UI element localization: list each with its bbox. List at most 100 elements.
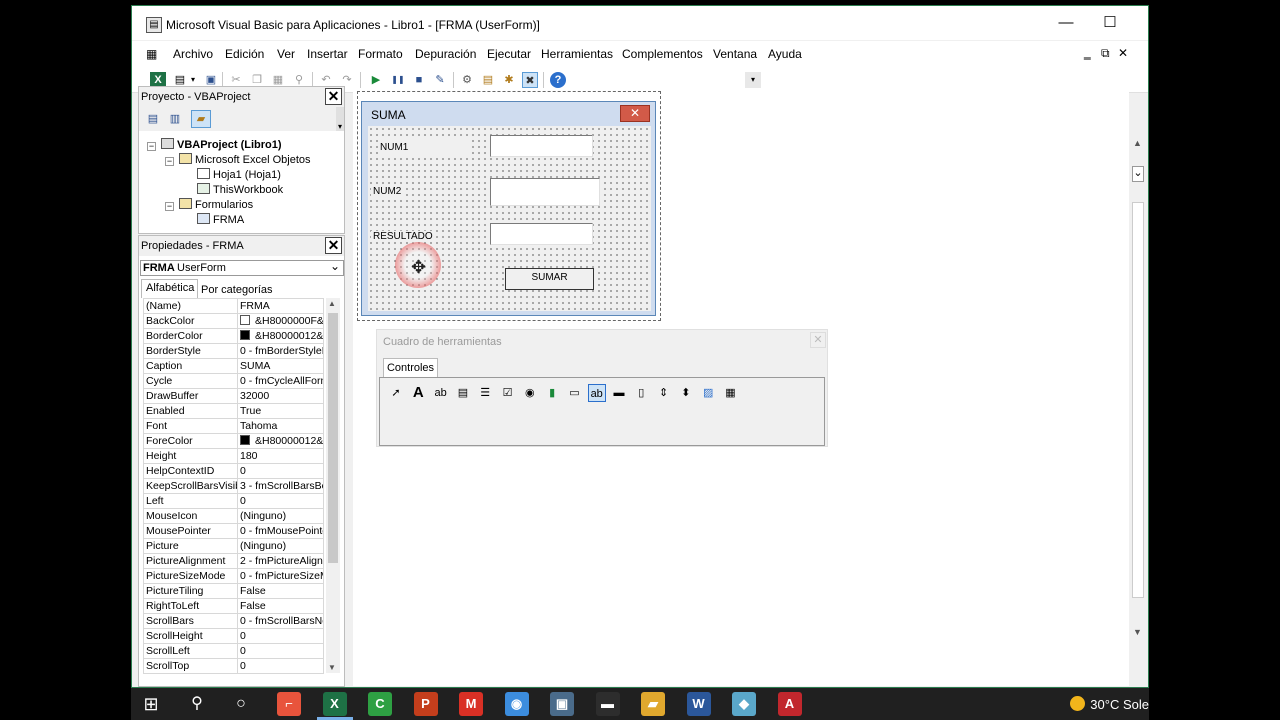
- property-row[interactable]: Font Tahoma: [143, 418, 324, 434]
- maximize-button[interactable]: ☐: [1088, 6, 1132, 40]
- property-row[interactable]: Left 0: [143, 493, 324, 509]
- property-value[interactable]: FRMA: [237, 298, 324, 314]
- menu-ver[interactable]: Ver: [277, 47, 295, 61]
- image-icon[interactable]: ▨: [699, 384, 717, 402]
- toolbox-close-button[interactable]: ✕: [810, 332, 826, 348]
- property-value[interactable]: 32000: [237, 388, 324, 404]
- property-value[interactable]: True: [237, 403, 324, 419]
- object-browser-icon[interactable]: ✱: [501, 72, 517, 88]
- scroll-thumb[interactable]: [1132, 202, 1144, 598]
- procedure-dropdown-icon[interactable]: ⌄: [1132, 166, 1144, 182]
- tab-controles[interactable]: Controles: [383, 358, 438, 378]
- menu-insertar[interactable]: Insertar: [307, 47, 348, 61]
- label-icon[interactable]: A: [409, 384, 427, 402]
- property-row[interactable]: Cycle0 - fmCycleAllForms: [143, 373, 324, 389]
- property-value[interactable]: 0: [237, 463, 324, 479]
- property-row[interactable]: BackColor &H8000000F&: [143, 313, 324, 329]
- label-num2[interactable]: NUM2: [371, 186, 404, 197]
- property-row[interactable]: Enabled True: [143, 403, 324, 419]
- property-value[interactable]: Tahoma: [237, 418, 324, 434]
- notes-icon[interactable]: ◆: [732, 692, 756, 716]
- property-row[interactable]: PictureAlignment 2 - fmPictureAlignm: [143, 553, 324, 569]
- property-name[interactable]: Cycle: [143, 373, 238, 389]
- textbox-num1[interactable]: [490, 135, 593, 157]
- menu-archivo[interactable]: Archivo: [173, 47, 213, 61]
- stop-icon[interactable]: ■: [411, 72, 427, 88]
- property-row[interactable]: ScrollLeft 0: [143, 643, 324, 659]
- property-row[interactable]: ScrollHeight 0: [143, 628, 324, 644]
- property-row[interactable]: BorderColor &H80000012&: [143, 328, 324, 344]
- properties-scrollbar[interactable]: ▲ ▼: [326, 298, 340, 673]
- property-name[interactable]: (Name): [143, 298, 238, 314]
- pointer-icon[interactable]: ➚: [387, 384, 405, 402]
- property-row[interactable]: RightToLeft False: [143, 598, 324, 614]
- property-row[interactable]: (Name) FRMA: [143, 298, 324, 314]
- menu-ayuda[interactable]: Ayuda: [768, 47, 802, 61]
- toolbox-icon[interactable]: ✖: [522, 72, 538, 88]
- help-icon[interactable]: ?: [550, 72, 566, 88]
- chrome-icon[interactable]: ◉: [504, 692, 529, 716]
- project-toolbar-overflow-icon[interactable]: ▾: [336, 107, 344, 131]
- menu-depuracion[interactable]: Depuración: [415, 47, 476, 61]
- property-value[interactable]: 0 - fmPictureSizeM: [237, 568, 324, 584]
- view-code-icon[interactable]: ▤: [145, 111, 161, 127]
- property-value[interactable]: 0: [237, 493, 324, 509]
- property-row[interactable]: HelpContextID 0: [143, 463, 324, 479]
- property-value[interactable]: 3 - fmScrollBarsBot: [237, 478, 324, 494]
- property-name[interactable]: BackColor: [143, 313, 238, 329]
- property-value[interactable]: (Ninguno): [237, 508, 324, 524]
- toolbar-options-icon[interactable]: ▾: [745, 72, 761, 88]
- pause-icon[interactable]: ❚❚: [390, 72, 406, 88]
- property-value[interactable]: 0 - fmCycleAllForms: [237, 373, 324, 389]
- checkbox-icon[interactable]: ☑: [499, 384, 517, 402]
- property-value[interactable]: False: [237, 598, 324, 614]
- start-button[interactable]: ⊞: [139, 692, 163, 716]
- tree-item-hoja1[interactable]: Hoja1 (Hoja1): [197, 168, 281, 181]
- scrollbar-icon[interactable]: ⇕: [655, 384, 673, 402]
- property-name[interactable]: RightToLeft: [143, 598, 238, 614]
- property-row[interactable]: ForeColor &H80000012&: [143, 433, 324, 449]
- camtasia-icon[interactable]: C: [368, 692, 392, 716]
- property-value[interactable]: 0: [237, 658, 324, 674]
- property-row[interactable]: PictureTiling False: [143, 583, 324, 599]
- combobox-icon[interactable]: ▤: [454, 384, 472, 402]
- property-value[interactable]: 0 - fmScrollBarsNor: [237, 613, 324, 629]
- button-sumar[interactable]: SUMAR: [505, 268, 594, 290]
- property-name[interactable]: BorderColor: [143, 328, 238, 344]
- minimize-button[interactable]: —: [1044, 6, 1088, 40]
- property-name[interactable]: HelpContextID: [143, 463, 238, 479]
- property-name[interactable]: ScrollBars: [143, 613, 238, 629]
- property-name[interactable]: Height: [143, 448, 238, 464]
- menu-formato[interactable]: Formato: [358, 47, 403, 61]
- menu-herramientas[interactable]: Herramientas: [541, 47, 613, 61]
- task-view-icon[interactable]: ○: [229, 692, 253, 716]
- tab-por-categorias[interactable]: Por categorías: [201, 284, 273, 296]
- property-name[interactable]: PictureAlignment: [143, 553, 238, 569]
- property-name[interactable]: ScrollHeight: [143, 628, 238, 644]
- powerpoint-icon[interactable]: P: [413, 692, 438, 716]
- optionbutton-icon[interactable]: ◉: [521, 384, 539, 402]
- property-value[interactable]: 0 - fmBorderStyleN: [237, 343, 324, 359]
- scroll-down-icon[interactable]: ▼: [1133, 627, 1142, 637]
- toggle-folders-icon[interactable]: ▰: [191, 110, 211, 128]
- acrobat-icon[interactable]: A: [777, 692, 802, 716]
- property-name[interactable]: PictureSizeMode: [143, 568, 238, 584]
- menu-complementos[interactable]: Complementos: [622, 47, 703, 61]
- object-selector-dropdown[interactable]: FRMA UserForm ⌄: [140, 259, 344, 276]
- tree-item-vbaproject[interactable]: VBAProject (Libro1): [161, 138, 282, 151]
- property-value[interactable]: SUMA: [237, 358, 324, 374]
- property-name[interactable]: ScrollLeft: [143, 643, 238, 659]
- tab-alfabetica[interactable]: Alfabética: [146, 282, 194, 294]
- design-mode-icon[interactable]: ✎: [432, 72, 448, 88]
- property-name[interactable]: BorderStyle: [143, 343, 238, 359]
- property-name[interactable]: ScrollTop: [143, 658, 238, 674]
- togglebutton-icon[interactable]: ▮: [543, 384, 561, 402]
- collapse-forms-icon[interactable]: −: [165, 202, 174, 211]
- designer-vertical-scrollbar[interactable]: ▲ ⌄ ▼: [1130, 136, 1146, 639]
- view-object-icon[interactable]: ▥: [167, 111, 183, 127]
- scroll-thumb[interactable]: [328, 313, 338, 563]
- search-icon[interactable]: ⚲: [185, 692, 209, 716]
- tree-item-formularios[interactable]: Formularios: [179, 198, 253, 211]
- collapse-excel-objects-icon[interactable]: −: [165, 157, 174, 166]
- label-num1[interactable]: NUM1: [378, 140, 468, 156]
